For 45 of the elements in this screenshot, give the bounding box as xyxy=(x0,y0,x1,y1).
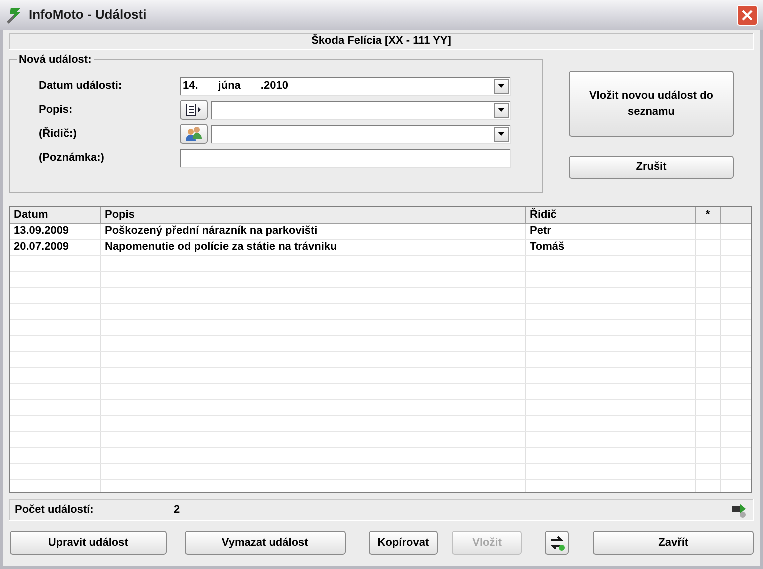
field-label: (Řidič:) xyxy=(39,126,78,142)
close-icon xyxy=(742,10,753,20)
table-cell: Napomenutie od polície za státie na trávniku xyxy=(101,240,526,255)
list-icon xyxy=(186,104,202,116)
list-button[interactable] xyxy=(180,100,208,120)
note-field[interactable] xyxy=(180,148,511,168)
caret-icon xyxy=(498,132,505,136)
table-cell: 13.09.2009 xyxy=(10,224,101,239)
table-cell: Poškozený přední nárazník na parkovišti xyxy=(101,224,526,239)
caret-icon xyxy=(498,84,505,88)
copy-button[interactable]: Kopírovat xyxy=(368,531,438,555)
cancel-button[interactable]: Zrušit xyxy=(569,156,734,179)
arrows-icon xyxy=(548,534,566,552)
column-header[interactable]: Popis xyxy=(101,207,526,223)
dropdown-field[interactable] xyxy=(211,100,511,120)
dropdown-arrow-button[interactable] xyxy=(494,78,509,94)
table-cell: Petr xyxy=(526,224,696,239)
people-button[interactable] xyxy=(180,124,208,144)
vehicle-title: Škoda Felícia [XX - 111 YY] xyxy=(9,33,754,50)
column-header[interactable]: Řidič xyxy=(526,207,696,223)
date-part: .2010 xyxy=(260,78,288,94)
people-icon xyxy=(185,126,203,142)
close-dialog-button[interactable]: Zavřít xyxy=(593,531,754,555)
status-label: Počet událostí: xyxy=(15,502,95,518)
close-button[interactable] xyxy=(737,4,758,26)
field-label: Datum události: xyxy=(39,78,124,94)
table-cell: Tomáš xyxy=(526,240,696,255)
date-part: júna xyxy=(218,78,241,94)
caret-icon xyxy=(498,108,505,112)
column-header[interactable]: Datum xyxy=(10,207,101,223)
refresh-button[interactable] xyxy=(545,531,570,555)
date-part: 14. xyxy=(183,78,198,94)
edit-button[interactable]: Upravit událost xyxy=(10,531,167,555)
field-label: (Poznámka:) xyxy=(39,150,106,166)
dropdown-field[interactable]: 14. júna .2010 xyxy=(180,76,511,96)
event-count: 2 xyxy=(174,502,180,518)
dropdown-field[interactable] xyxy=(211,124,511,144)
add-event-button[interactable]: Vložit novou událost do seznamu xyxy=(569,71,734,137)
dropdown-arrow-button[interactable] xyxy=(494,126,509,142)
window-title: InfoMoto - Události xyxy=(29,6,147,24)
dropdown-arrow-button[interactable] xyxy=(494,102,509,118)
column-header[interactable]: * xyxy=(696,207,721,223)
field-label: Popis: xyxy=(39,102,74,118)
table-cell: 20.07.2009 xyxy=(10,240,101,255)
delete-button[interactable]: Vymazat událost xyxy=(184,531,346,555)
